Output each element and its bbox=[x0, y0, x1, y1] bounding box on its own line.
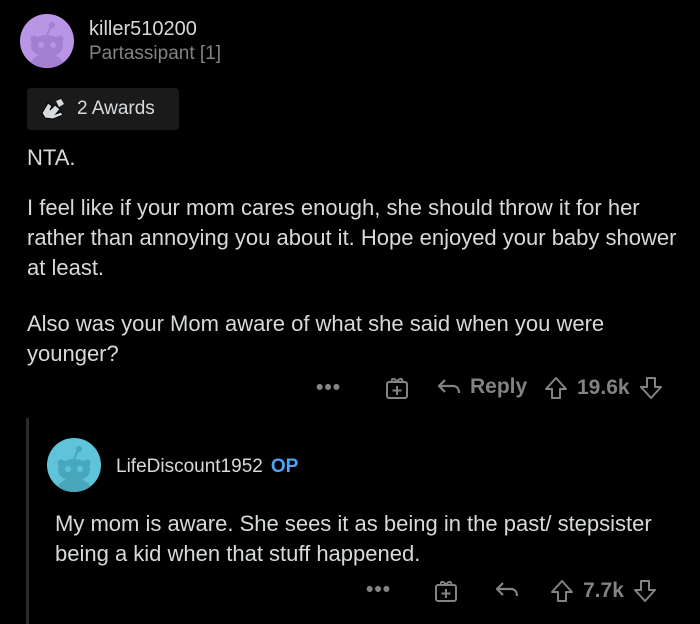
op-badge: OP bbox=[270, 456, 299, 477]
reply-button[interactable]: Reply bbox=[436, 375, 527, 399]
award-hands-icon bbox=[41, 99, 64, 120]
comment-body-line-1: NTA. bbox=[27, 145, 76, 170]
reply-label: Reply bbox=[470, 375, 528, 398]
upvote-icon[interactable] bbox=[543, 375, 569, 401]
reply-vote-count: 7.7k bbox=[583, 579, 624, 602]
reply-user-avatar[interactable] bbox=[47, 438, 101, 492]
comment-body-paragraph-2: I feel like if your mom cares enough, sh… bbox=[27, 195, 677, 280]
snoo-avatar-icon bbox=[47, 438, 101, 492]
more-options-button[interactable]: ••• bbox=[316, 376, 341, 400]
vote-count: 19.6k bbox=[577, 376, 630, 399]
reply-reply-button[interactable] bbox=[494, 578, 520, 607]
snoo-avatar-icon bbox=[20, 14, 74, 68]
user-avatar[interactable] bbox=[20, 14, 74, 68]
reply-arrow-icon bbox=[437, 379, 461, 394]
comment-username[interactable]: killer510200 bbox=[89, 18, 197, 41]
awards-badge[interactable]: 2 Awards bbox=[27, 88, 179, 130]
reply-more-options-button[interactable]: ••• bbox=[366, 578, 391, 602]
reply-body: My mom is aware. She sees it as being in… bbox=[55, 511, 652, 566]
gift-icon bbox=[435, 580, 457, 602]
downvote-icon[interactable] bbox=[632, 578, 658, 604]
thread-line[interactable] bbox=[26, 418, 29, 624]
awards-label: 2 Awards bbox=[77, 98, 155, 119]
downvote-icon[interactable] bbox=[638, 375, 664, 401]
upvote-icon[interactable] bbox=[549, 578, 575, 604]
reply-arrow-icon bbox=[495, 582, 519, 597]
gift-icon bbox=[386, 377, 408, 399]
reply-username[interactable]: LifeDiscount1952 bbox=[116, 456, 263, 478]
give-award-button[interactable] bbox=[384, 375, 410, 406]
user-flair: Partassipant [1] bbox=[89, 43, 222, 64]
comment-body-paragraph-3: Also was your Mom aware of what she said… bbox=[27, 311, 605, 366]
reply-give-award-button[interactable] bbox=[433, 578, 459, 609]
